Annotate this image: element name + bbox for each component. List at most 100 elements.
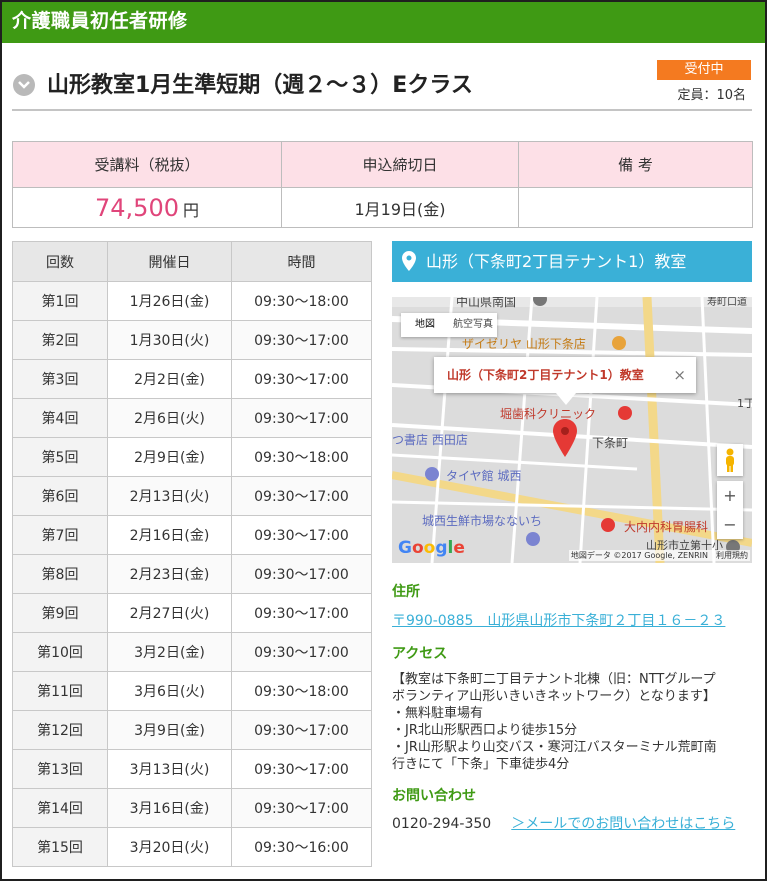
session-number: 第5回 [12, 437, 108, 477]
access-line: 【教室は下条町二丁目テナント北棟（旧：NTTグループ [392, 672, 716, 687]
session-number: 第6回 [12, 476, 108, 516]
schedule-row: 第8回 2月23日(金) 09:30～17:00 [12, 554, 372, 594]
access-section: アクセス 【教室は下条町二丁目テナント北棟（旧：NTTグループ ボランティア山形い… [392, 643, 752, 773]
session-date: 3月6日(火) [107, 671, 232, 711]
date-header: 開催日 [107, 241, 232, 282]
schedule-body: 第1回 1月26日(金) 09:30～18:00 第2回 1月30日(火) 09:30～1… [12, 281, 372, 867]
schedule-row: 第10回 3月2日(金) 09:30～17:00 [12, 632, 372, 672]
schedule-row: 第2回 1月30日(火) 09:30～17:00 [12, 320, 372, 360]
session-time: 09:30～17:00 [231, 593, 372, 633]
deadline-cell: 1月19日(金) [281, 187, 519, 228]
map-label-clinic: 堀歯科クリニック [500, 407, 597, 421]
access-line: ・JR北山形駅西口より徒歩15分 [392, 723, 578, 738]
popup-title: 山形（下条町2丁目テナント1）教室 [447, 368, 644, 382]
schedule-row: 第5回 2月9日(金) 09:30～18:00 [12, 437, 372, 477]
session-number-header: 回数 [12, 241, 108, 282]
session-number: 第15回 [12, 827, 108, 867]
map-label-market: 城西生鮮市場なないち [422, 514, 543, 528]
session-date: 1月26日(金) [107, 281, 232, 321]
status-badge: 受付中 [657, 60, 751, 80]
session-time: 09:30～17:00 [231, 515, 372, 555]
session-time: 09:30～17:00 [231, 476, 372, 516]
session-number: 第8回 [12, 554, 108, 594]
deadline-header: 申込締切日 [281, 141, 519, 188]
venue-name: 山形（下条町2丁目テナント1）教室 [426, 252, 687, 271]
map-type-satellite-button[interactable]: 航空写真 [449, 313, 497, 337]
fee-value: 74,500 [95, 193, 179, 222]
map-credit: 地図データ ©2017 Google, ZENRIN 利用規約 [568, 550, 750, 561]
access-line: ・無料駐車場有 [392, 706, 484, 721]
session-time: 09:30～17:00 [231, 320, 372, 360]
access-line: 行きにて「下条」下車徒歩4分 [392, 757, 570, 772]
street-view-pegman-icon[interactable] [717, 444, 743, 476]
session-date: 2月27日(火) [107, 593, 232, 633]
section-header: 介護職員初任者研修 [2, 2, 765, 43]
schedule-row: 第7回 2月16日(金) 09:30～17:00 [12, 515, 372, 555]
contact-heading: お問い合わせ [392, 788, 476, 804]
schedule-row: 第1回 1月26日(金) 09:30～18:00 [12, 281, 372, 321]
session-number: 第11回 [12, 671, 108, 711]
zoom-in-button[interactable]: + [717, 481, 743, 510]
map-label-bookstore: つ書店 西田店 [392, 433, 468, 447]
fee-header: 受講料（税抜） [12, 141, 282, 188]
map-label-restaurant: ザイゼリヤ 山形下条店 [462, 337, 586, 351]
schedule-row: 第9回 2月27日(火) 09:30～17:00 [12, 593, 372, 633]
schedule-row: 第14回 3月16日(金) 09:30～17:00 [12, 788, 372, 828]
course-title: 山形教室1月生準短期（週２～３）Eクラス [47, 73, 473, 98]
map-label-tire-shop: タイヤ館 城西 [446, 469, 522, 483]
fee-table: 受講料（税抜） 申込締切日 備 考 74,500 円 1月19日(金) [12, 141, 753, 228]
session-time: 09:30～17:00 [231, 398, 372, 438]
venue-map[interactable]: 地図 航空写真 中山県南国 寿町口道 ザイゼリヤ 山形下条店 堀歯科クリニック … [392, 297, 752, 563]
schedule-table: 回数 開催日 時間 第1回 1月26日(金) 09:30～18:00 第2回 1月30日… [12, 241, 372, 867]
zoom-control: + − [717, 481, 743, 539]
popup-tail [556, 393, 576, 405]
access-heading: アクセス [392, 646, 448, 662]
access-line: ボランティア山形いきいきネットワーク）となります】 [392, 689, 716, 704]
session-date: 2月23日(金) [107, 554, 232, 594]
session-time: 09:30～18:00 [231, 671, 372, 711]
session-number: 第14回 [12, 788, 108, 828]
course-title-row: 山形教室1月生準短期（週２～３）Eクラス 受付中 定員：10名 [12, 55, 752, 111]
address-link[interactable]: 〒990-0885 山形県山形市下条町２丁目１６－２３ [392, 610, 752, 630]
session-number: 第13回 [12, 749, 108, 789]
mail-inquiry-link[interactable]: ＞メールでのお問い合わせはこちら [511, 816, 735, 832]
capacity-label: 定員：10名 [677, 88, 746, 103]
map-label-shimojo: 下条町 [592, 436, 629, 450]
session-number: 第10回 [12, 632, 108, 672]
session-date: 2月13日(火) [107, 476, 232, 516]
fee-unit: 円 [182, 200, 199, 220]
map-type-map-button[interactable]: 地図 [401, 313, 449, 337]
session-date: 2月2日(金) [107, 359, 232, 399]
session-date: 3月20日(火) [107, 827, 232, 867]
address-heading: 住所 [392, 584, 420, 600]
note-header: 備 考 [518, 141, 753, 188]
access-line: ・JR山形駅より山交バス・寒河江バスターミナル荒町南 [392, 740, 717, 755]
session-date: 3月2日(金) [107, 632, 232, 672]
session-date: 3月13日(火) [107, 749, 232, 789]
session-time: 09:30～17:00 [231, 359, 372, 399]
schedule-row: 第13回 3月13日(火) 09:30～17:00 [12, 749, 372, 789]
google-logo: Google [398, 538, 465, 558]
fee-cell: 74,500 円 [12, 187, 282, 228]
session-number: 第3回 [12, 359, 108, 399]
zoom-out-button[interactable]: − [717, 510, 743, 539]
phone-number: 0120-294-350 [392, 816, 492, 832]
session-time: 09:30～17:00 [231, 749, 372, 789]
session-date: 3月9日(金) [107, 710, 232, 750]
map-label-top-right: 寿町口道 [707, 297, 747, 308]
session-time: 09:30～16:00 [231, 827, 372, 867]
chevron-down-icon[interactable] [13, 74, 35, 96]
close-icon[interactable]: × [673, 357, 686, 393]
session-date: 1月30日(火) [107, 320, 232, 360]
venue-title-bar: 山形（下条町2丁目テナント1）教室 [392, 241, 752, 282]
session-number: 第7回 [12, 515, 108, 555]
location-pin-icon [402, 251, 416, 271]
map-type-control[interactable]: 地図 航空写真 [401, 313, 497, 337]
map-label-hospital: 大内内科胃腸科 [624, 520, 709, 534]
schedule-row: 第11回 3月6日(火) 09:30～18:00 [12, 671, 372, 711]
session-number: 第9回 [12, 593, 108, 633]
schedule-row: 第15回 3月20日(火) 09:30～16:00 [12, 827, 372, 867]
schedule-row: 第6回 2月13日(火) 09:30～17:00 [12, 476, 372, 516]
access-text: 【教室は下条町二丁目テナント北棟（旧：NTTグループ ボランティア山形いきいきネッ… [392, 671, 752, 773]
address-section: 住所 〒990-0885 山形県山形市下条町２丁目１６－２３ [392, 581, 752, 630]
